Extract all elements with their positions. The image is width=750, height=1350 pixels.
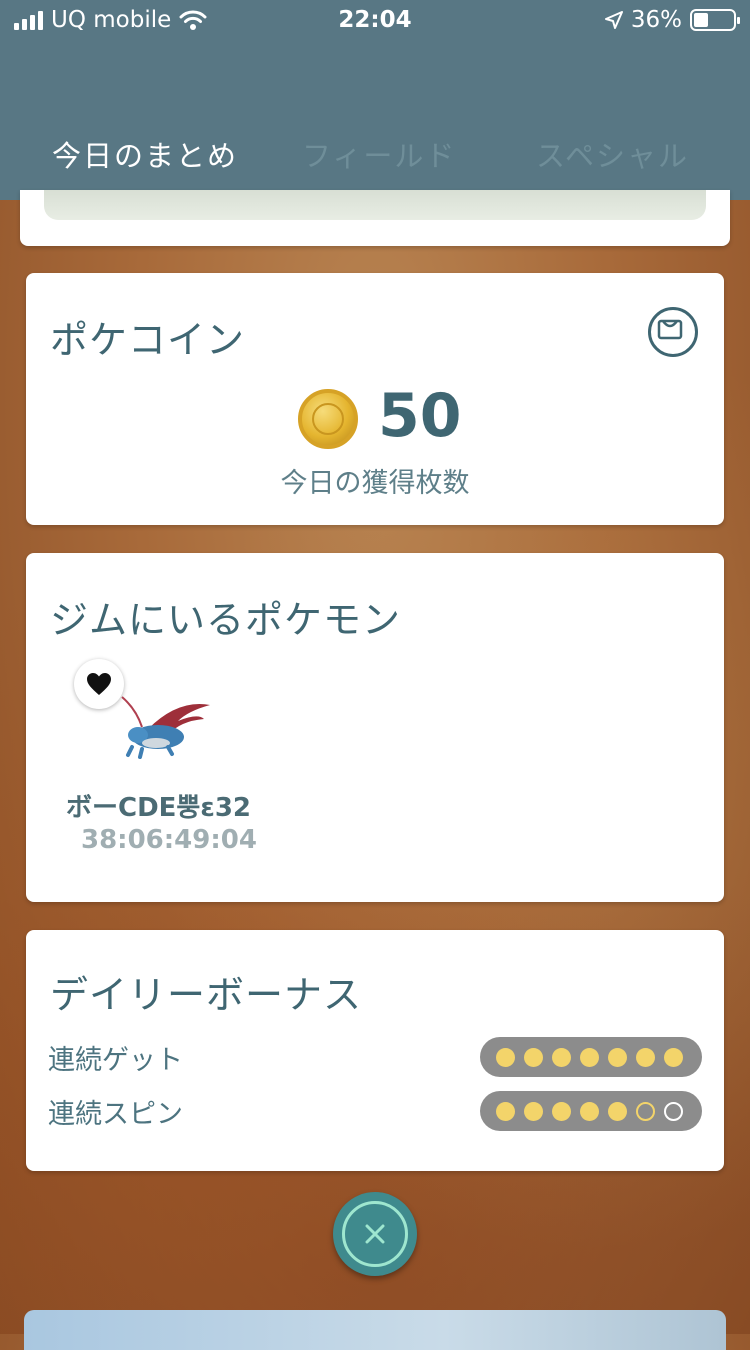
catch-streak-progress [480,1037,702,1077]
gym-defending-time: 38:06:49:04 [81,825,257,855]
streak-dot [552,1101,571,1121]
coin-icon [298,389,358,449]
streak-dot [496,1101,515,1121]
battery-percent: 36% [630,7,682,33]
motivation-bubble [74,659,124,709]
daily-bonus-title: デイリーボーナス [50,973,363,1017]
catch-streak-label: 連続ゲット [48,1045,183,1076]
battery-icon [690,9,740,31]
progress-bar [44,190,706,220]
heart-icon [87,673,111,695]
gym-pokemon-title: ジムにいるポケモン [50,598,402,642]
location-arrow-icon [604,11,623,29]
status-bar: UQ mobile 22:04 36% [0,0,750,42]
coin-amount: 50 [378,381,462,451]
spin-streak-progress [480,1091,702,1131]
streak-dot-today [636,1101,655,1121]
pokecoin-card: ポケコイン 50 今日の獲得枚数 [26,273,724,525]
streak-dot [664,1047,683,1067]
streak-dot [636,1047,655,1067]
tab-bar: 今日のまとめ フィールド スペシャル [0,125,750,200]
daily-bonus-card: デイリーボーナス 連続ゲット 連続スピン [26,930,724,1171]
streak-dot [524,1047,543,1067]
previous-card [20,190,730,246]
streak-dot [580,1101,599,1121]
shop-bag-icon[interactable] [648,307,698,357]
spin-streak-label: 連続スピン [48,1099,183,1130]
streak-dot-empty [664,1101,683,1121]
streak-dot [608,1047,627,1067]
next-card-peek [24,1310,726,1350]
streak-dot [552,1047,571,1067]
pokemon-sprite[interactable] [118,691,218,761]
gym-pokemon-card: ジムにいるポケモン ボーCDE뿡ɛ32 38:06:49:04 [26,553,724,902]
streak-dot [608,1101,627,1121]
header: UQ mobile 22:04 36% 今日のまとめ フィールド スペシャル [0,0,750,200]
close-button[interactable] [333,1192,417,1276]
streak-dot [524,1101,543,1121]
streak-dot [580,1047,599,1067]
close-icon [365,1224,385,1244]
gym-name: ボーCDE뿡ɛ32 [66,793,251,823]
tab-field[interactable]: フィールド [302,133,456,175]
tab-today-summary[interactable]: 今日のまとめ [52,133,238,175]
streak-dot [496,1047,515,1067]
pokecoin-title: ポケコイン [50,318,246,362]
coin-caption: 今日の獲得枚数 [280,468,470,499]
tab-special[interactable]: スペシャル [536,133,689,175]
